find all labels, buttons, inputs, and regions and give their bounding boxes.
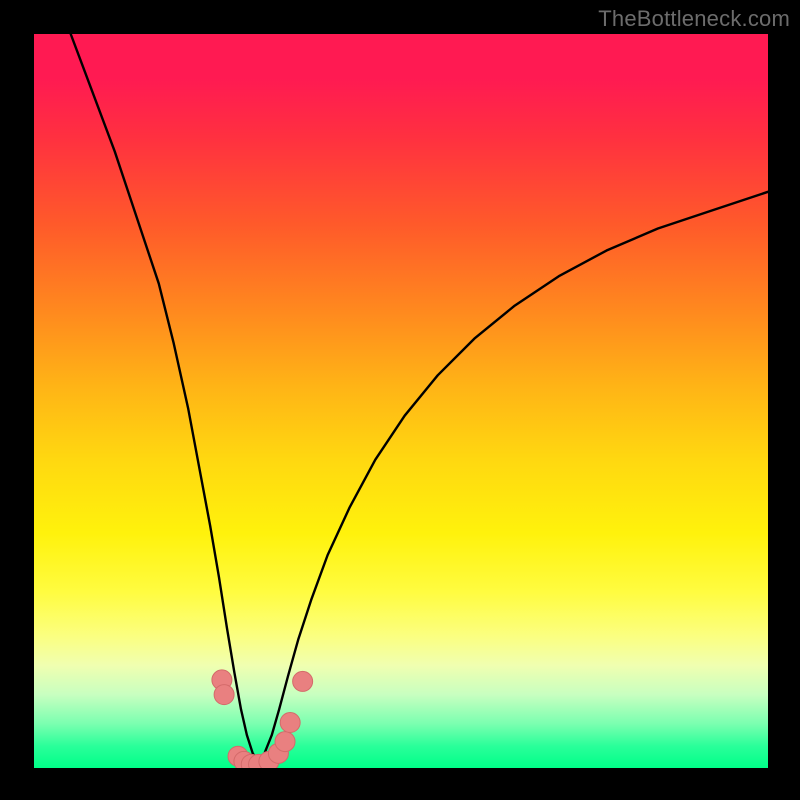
watermark-text: TheBottleneck.com <box>598 6 790 32</box>
plot-area <box>34 34 768 768</box>
curve-marker <box>280 712 300 732</box>
curve-marker <box>275 732 295 752</box>
bottleneck-curve <box>71 34 768 762</box>
curve-layer <box>34 34 768 768</box>
chart-frame: TheBottleneck.com <box>0 0 800 800</box>
curve-marker <box>214 685 234 705</box>
curve-markers <box>212 670 313 768</box>
curve-marker <box>293 671 313 691</box>
